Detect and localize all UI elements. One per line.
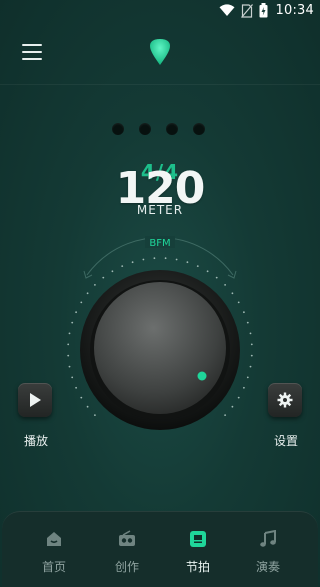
gear-icon: [277, 392, 293, 408]
dial-tick: [142, 258, 145, 261]
dial-tick: [164, 257, 167, 260]
dial-tick: [86, 405, 89, 408]
nav-item-metronome[interactable]: 节拍: [168, 512, 228, 587]
play-icon: [30, 393, 41, 407]
guitar-pick-icon: [150, 39, 170, 65]
arc-arrow-right: [227, 270, 237, 279]
dial-tick: [237, 396, 240, 399]
dial-tick: [121, 265, 124, 267]
dial-tick: [250, 354, 253, 357]
dial-tick: [86, 292, 89, 295]
dial-label: BFM: [149, 238, 170, 249]
dial-tick: [250, 343, 253, 346]
dial-tick: [243, 386, 245, 389]
dial-tick: [71, 376, 74, 379]
nav-label: 演奏: [255, 560, 280, 574]
settings-label: 设置: [274, 434, 299, 448]
beat-dot: [112, 123, 124, 135]
dial-tick: [94, 414, 96, 416]
status-time: 10:34: [275, 3, 314, 18]
dial-tick: [111, 270, 114, 273]
beat-dot: [193, 123, 205, 135]
beat-dot: [166, 123, 178, 135]
dial-tick: [80, 396, 83, 399]
knob-indicator: [197, 371, 207, 381]
dial-tick: [75, 386, 77, 389]
app-header: [0, 24, 320, 85]
status-bar: 10:34: [0, 0, 320, 24]
battery-icon: [259, 3, 268, 18]
dial-tick: [246, 321, 249, 324]
nav-label: 首页: [41, 560, 66, 574]
beat-dot: [139, 123, 151, 135]
dial-tick: [131, 261, 134, 264]
dial-tick: [249, 332, 252, 335]
menu-icon[interactable]: [22, 44, 42, 62]
nav-item-create[interactable]: 创作: [97, 512, 157, 587]
dial-tick: [80, 301, 83, 304]
dial-tick: [249, 365, 252, 368]
dial-tick: [186, 261, 189, 264]
beat-indicators: [112, 123, 205, 135]
nav-item-perform[interactable]: 演奏: [238, 512, 298, 587]
dial-tick: [243, 311, 245, 314]
nav-item-home[interactable]: 首页: [24, 512, 84, 587]
dial-tick: [206, 270, 209, 273]
dial-tick: [175, 258, 178, 261]
settings-button[interactable]: [268, 383, 302, 417]
dial-tick: [231, 292, 234, 295]
dial-tick: [224, 414, 227, 416]
dial-tick: [67, 354, 70, 357]
dial-tick: [68, 332, 71, 335]
nav-label: 节拍: [185, 560, 210, 574]
knob-face[interactable]: [94, 282, 226, 414]
dial-tick: [94, 284, 96, 286]
home-icon: [47, 532, 61, 546]
bottom-nav: 首页 创作 节拍 演奏: [2, 511, 318, 587]
music-note-icon: [260, 530, 276, 547]
wifi-icon: [219, 4, 235, 16]
dial-tick: [153, 257, 156, 260]
dial-tick: [215, 276, 218, 279]
dial-tick: [246, 376, 249, 379]
dial-tick: [224, 284, 227, 286]
arc-arrow-left: [83, 270, 93, 279]
play-button[interactable]: [18, 383, 52, 417]
no-sim-icon: [240, 3, 253, 18]
dial-tick: [75, 311, 77, 314]
dial-tick: [71, 321, 74, 324]
dial-tick: [237, 301, 240, 304]
dial-tick: [231, 405, 234, 408]
meter-label: METER: [136, 203, 184, 217]
dial-tick: [68, 365, 71, 368]
dial-tick: [67, 343, 70, 346]
metronome-icon: [190, 531, 206, 547]
radio-icon: [119, 530, 135, 546]
dial-tick: [196, 265, 199, 267]
play-label: 播放: [24, 434, 49, 448]
nav-label: 创作: [114, 560, 139, 574]
dial-tick: [102, 276, 105, 279]
